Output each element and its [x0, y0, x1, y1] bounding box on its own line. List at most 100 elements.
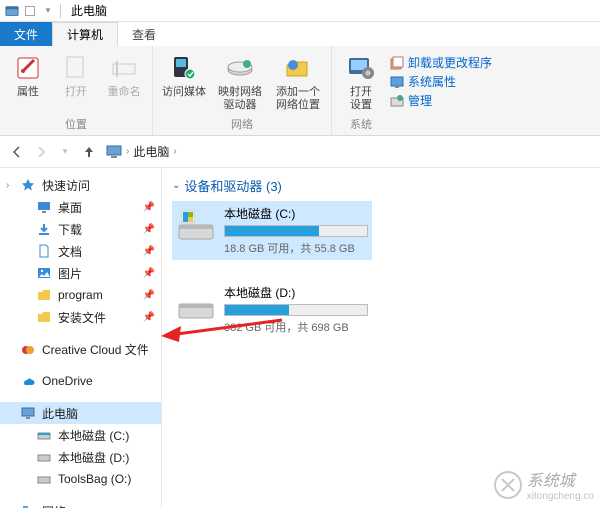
main-area: › 快速访问 桌面 📌 下载 📌 文档 📌 图片 📌 program 📌 [0, 168, 600, 508]
sidebar-item-toolsbag[interactable]: ToolsBag (O:) [0, 468, 161, 490]
thispc-icon [106, 144, 122, 160]
crumb-sep-icon[interactable]: › [126, 146, 129, 157]
sidebar-item-creative-cloud[interactable]: Creative Cloud 文件 [0, 338, 161, 360]
sidebar-item-install[interactable]: 安装文件 📌 [0, 306, 161, 328]
open-icon [60, 52, 92, 84]
sidebar-item-drive-d[interactable]: 本地磁盘 (D:) [0, 446, 161, 468]
drive-capacity-bar [224, 304, 368, 316]
sidebar-item-documents[interactable]: 文档 📌 [0, 240, 161, 262]
uninstall-link[interactable]: 卸载或更改程序 [390, 54, 492, 71]
group-label-system: 系统 [338, 114, 384, 135]
open-settings-button[interactable]: 打开 设置 [338, 50, 384, 114]
pictures-icon [36, 265, 52, 281]
nav-recent-button[interactable]: ▾ [54, 141, 76, 163]
add-network-icon [282, 52, 314, 84]
drive-free-text: 382 GB 可用，共 698 GB [224, 319, 368, 335]
thispc-icon [20, 405, 36, 421]
address-bar[interactable]: › 此电脑 › [102, 140, 594, 164]
quickbar-icon[interactable] [22, 3, 38, 19]
ribbon: 属性 打开 重命名 位置 访问媒体 映射网络 驱动器 [0, 46, 600, 136]
drive-icon [36, 471, 52, 487]
nav-up-button[interactable] [78, 141, 100, 163]
group-label-location: 位置 [6, 114, 146, 135]
drive-free-text: 18.8 GB 可用，共 55.8 GB [224, 240, 368, 256]
pin-icon: 📌 [143, 290, 155, 301]
rename-button[interactable]: 重命名 [102, 50, 146, 114]
sidebar-item-desktop[interactable]: 桌面 📌 [0, 196, 161, 218]
settings-icon [345, 52, 377, 84]
ribbon-tabs: 文件 计算机 查看 [0, 22, 600, 46]
title-bar: ▾ 此电脑 [0, 0, 600, 22]
watermark-logo-icon [493, 470, 523, 500]
watermark: 系统城 xitongcheng.co [493, 467, 594, 502]
manage-icon [390, 94, 404, 108]
download-icon [36, 221, 52, 237]
map-network-button[interactable]: 映射网络 驱动器 [213, 50, 267, 114]
section-header[interactable]: ⌄ 设备和驱动器 (3) [172, 176, 590, 195]
ribbon-group-system: 打开 设置 系统 卸载或更改程序 系统属性 管理 [332, 46, 504, 135]
sidebar-item-pictures[interactable]: 图片 📌 [0, 262, 161, 284]
chevron-down-icon[interactable]: ⌄ [172, 180, 180, 191]
pin-icon: 📌 [143, 224, 155, 235]
access-media-button[interactable]: 访问媒体 [159, 50, 209, 114]
sidebar-item-thispc[interactable]: 此电脑 [0, 402, 161, 424]
tab-view[interactable]: 查看 [118, 22, 170, 46]
sidebar-item-onedrive[interactable]: OneDrive [0, 370, 161, 392]
nav-bar: ▾ › 此电脑 › [0, 136, 600, 168]
star-icon [20, 177, 36, 193]
sidebar: › 快速访问 桌面 📌 下载 📌 文档 📌 图片 📌 program 📌 [0, 168, 162, 508]
content-pane: ⌄ 设备和驱动器 (3) 本地磁盘 (C:) 18.8 GB 可用，共 55.8… [162, 168, 600, 508]
folder-icon [36, 287, 52, 303]
drive-icon [176, 284, 216, 324]
drive-capacity-bar [224, 225, 368, 237]
map-network-icon [224, 52, 256, 84]
breadcrumb-root[interactable]: 此电脑 [133, 143, 169, 160]
window-title: 此电脑 [71, 2, 107, 19]
title-separator [60, 4, 61, 18]
quickbar-dropdown-icon[interactable]: ▾ [40, 3, 56, 19]
nav-forward-button[interactable] [30, 141, 52, 163]
drive-d[interactable]: 本地磁盘 (D:) 382 GB 可用，共 698 GB [172, 280, 372, 339]
pin-icon: 📌 [143, 312, 155, 323]
folder-icon [36, 309, 52, 325]
pin-icon: 📌 [143, 246, 155, 257]
drive-icon [36, 427, 52, 443]
properties-icon [12, 52, 44, 84]
drive-c[interactable]: 本地磁盘 (C:) 18.8 GB 可用，共 55.8 GB [172, 201, 372, 260]
sidebar-item-network[interactable]: 网络 [0, 500, 161, 508]
drive-icon [176, 205, 216, 245]
sidebar-item-program[interactable]: program 📌 [0, 284, 161, 306]
drives-list: 本地磁盘 (C:) 18.8 GB 可用，共 55.8 GB 本地磁盘 (D:)… [172, 201, 590, 339]
system-properties-link[interactable]: 系统属性 [390, 73, 492, 90]
uninstall-icon [390, 56, 404, 70]
pin-icon: 📌 [143, 268, 155, 279]
ribbon-group-network: 访问媒体 映射网络 驱动器 添加一个 网络位置 网络 [153, 46, 332, 135]
drive-icon [36, 449, 52, 465]
add-network-location-button[interactable]: 添加一个 网络位置 [271, 50, 325, 114]
network-icon [20, 503, 36, 508]
window-icon [4, 3, 20, 19]
pin-icon: 📌 [143, 202, 155, 213]
crumb-sep-icon[interactable]: › [173, 146, 176, 157]
tab-computer[interactable]: 计算机 [52, 22, 118, 46]
sysprops-icon [390, 75, 404, 89]
desktop-icon [36, 199, 52, 215]
properties-button[interactable]: 属性 [6, 50, 50, 114]
sidebar-item-quickaccess[interactable]: › 快速访问 [0, 174, 161, 196]
ribbon-group-location: 属性 打开 重命名 位置 [0, 46, 153, 135]
group-label-network: 网络 [159, 114, 325, 135]
system-links: 卸载或更改程序 系统属性 管理 [384, 50, 498, 135]
drive-name: 本地磁盘 (D:) [224, 284, 368, 301]
open-button[interactable]: 打开 [54, 50, 98, 114]
nav-back-button[interactable] [6, 141, 28, 163]
chevron-right-icon[interactable]: › [6, 180, 9, 191]
manage-link[interactable]: 管理 [390, 92, 492, 109]
sidebar-item-downloads[interactable]: 下载 📌 [0, 218, 161, 240]
document-icon [36, 243, 52, 259]
creative-cloud-icon [20, 341, 36, 357]
drive-name: 本地磁盘 (C:) [224, 205, 368, 222]
rename-icon [108, 52, 140, 84]
tab-file[interactable]: 文件 [0, 22, 52, 46]
media-icon [168, 52, 200, 84]
sidebar-item-drive-c[interactable]: 本地磁盘 (C:) [0, 424, 161, 446]
